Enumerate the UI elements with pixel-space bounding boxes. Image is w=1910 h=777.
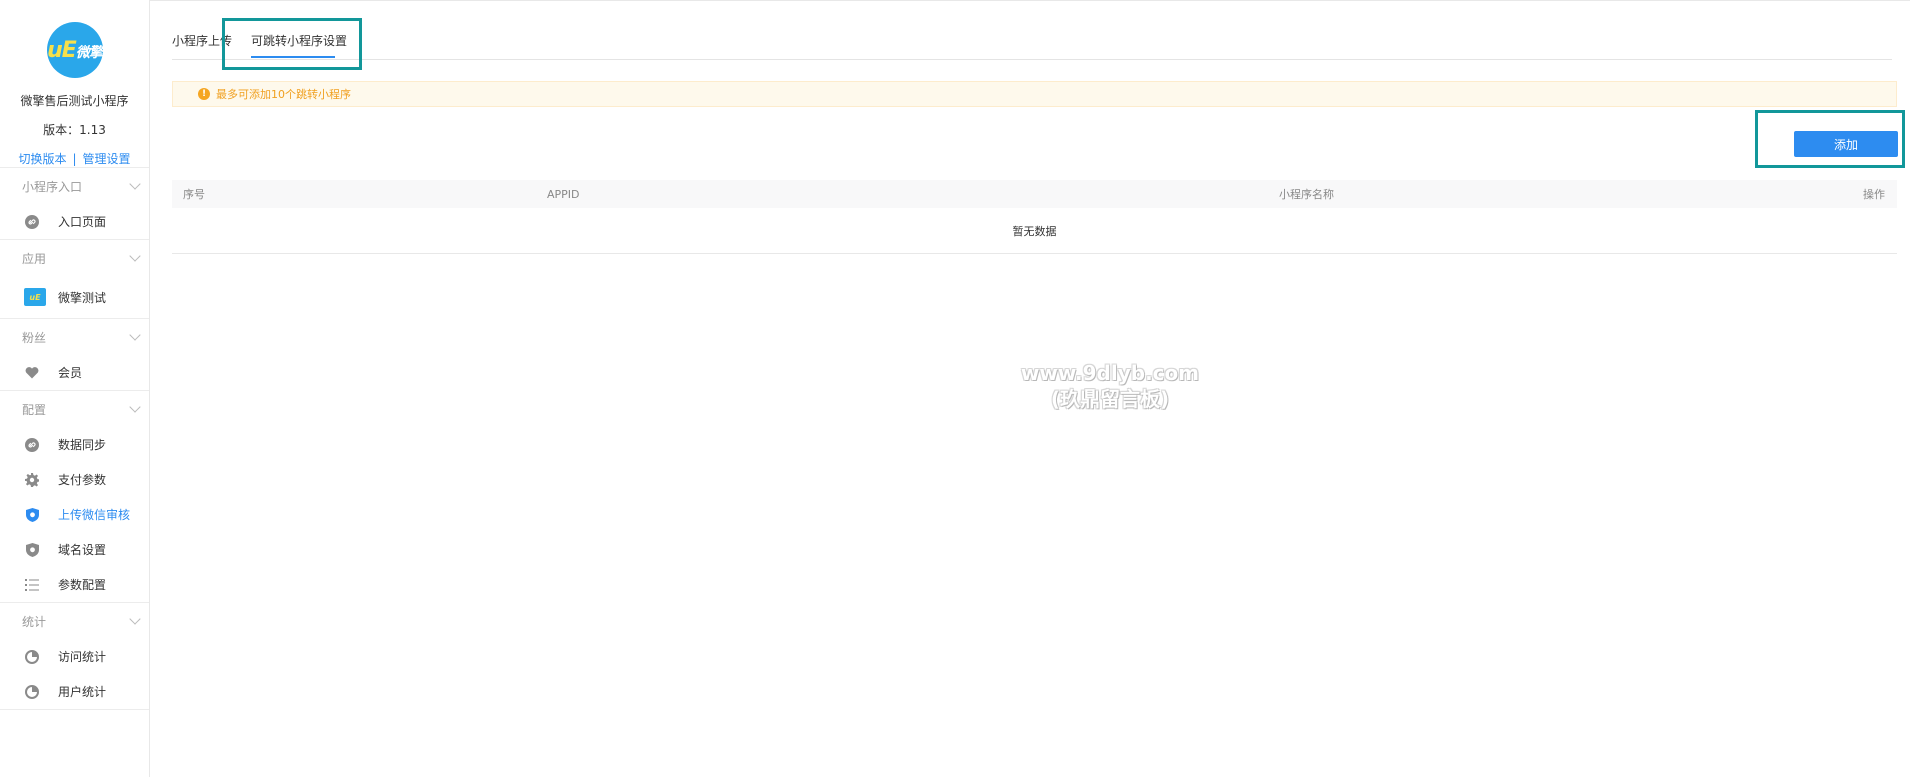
chevron-down-icon [129,400,141,413]
link-icon [24,214,40,230]
app-logo-icon: uE [24,288,46,306]
watermark-url: www.9dlyb.com [1020,361,1200,385]
column-header-action: 操作 [1863,188,1885,201]
account-profile: uE微擎 微擎售后测试小程序 版本：1.13 切换版本 | 管理设置 [0,0,149,168]
menu-group-apps[interactable]: 应用 [0,240,149,276]
gear-icon [24,472,40,488]
logo-text: 微擎 [75,44,103,61]
account-links: 切换版本 | 管理设置 [0,150,149,167]
shield-icon [24,542,40,558]
app-logo: uE微擎 [46,22,103,78]
sidebar-item-param-config[interactable]: 参数配置 [0,567,149,602]
highlight-box-tab [222,18,362,70]
watermark: www.9dlyb.com (玖鼎留言板) [1000,360,1220,412]
pie-chart-icon [24,684,40,700]
sidebar-item-label: 域名设置 [58,543,107,557]
sidebar: uE微擎 微擎售后测试小程序 版本：1.13 切换版本 | 管理设置 小程序入口 入… [0,0,150,777]
link-separator: | [72,152,77,166]
menu-group-entry[interactable]: 小程序入口 [0,168,149,204]
sidebar-item-visit-stats[interactable]: 访问统计 [0,639,149,674]
shield-icon [24,507,40,523]
table-header: 序号 APPID 小程序名称 操作 [172,180,1897,208]
warning-icon: ! [198,88,210,100]
sidebar-item-label: 用户统计 [58,685,107,699]
list-icon [24,577,40,593]
main-content: 小程序上传 可跳转小程序设置 ! 最多可添加10个跳转小程序 添加 序号 APP… [150,0,1910,777]
sidebar-item-label: 参数配置 [58,578,107,592]
menu-group-title: 配置 [22,402,47,417]
empty-state: 暂无数据 [172,208,1897,254]
sidebar-item-label: 会员 [58,366,83,380]
menu-group-title: 统计 [22,614,47,629]
menu-group-title: 粉丝 [22,330,47,345]
chevron-down-icon [129,177,141,190]
sidebar-item-label: 支付参数 [58,473,107,487]
sidebar-item-domain-settings[interactable]: 域名设置 [0,532,149,567]
app-version: 版本：1.13 [43,123,106,137]
menu-group-fans[interactable]: 粉丝 [0,319,149,355]
menu-group-config[interactable]: 配置 [0,391,149,427]
switch-version-link[interactable]: 切换版本 [18,152,66,166]
manage-settings-link[interactable]: 管理设置 [83,152,131,166]
chevron-down-icon [129,249,141,262]
sidebar-item-label: 访问统计 [58,650,107,664]
sidebar-item-upload-review[interactable]: 上传微信审核 [0,497,149,532]
sidebar-item-entry-page[interactable]: 入口页面 [0,204,149,239]
heart-icon [24,365,40,381]
add-button[interactable]: 添加 [1794,131,1898,157]
tab-bar: 小程序上传 可跳转小程序设置 [172,24,1892,60]
sidebar-item-data-sync[interactable]: 数据同步 [0,427,149,462]
column-header-index: 序号 [183,188,205,201]
pie-chart-icon [24,649,40,665]
sidebar-item-label: 数据同步 [58,438,107,452]
sidebar-item-label: 入口页面 [58,215,107,229]
notice-bar: ! 最多可添加10个跳转小程序 [172,81,1897,107]
chevron-down-icon [129,612,141,625]
sidebar-item-label: 上传微信审核 [58,508,131,522]
chevron-down-icon [129,328,141,341]
app-name: 微擎售后测试小程序 [20,94,129,108]
jump-apps-table: 序号 APPID 小程序名称 操作 暂无数据 [172,180,1897,254]
sidebar-item-user-stats[interactable]: 用户统计 [0,674,149,709]
menu-group-stats[interactable]: 统计 [0,603,149,639]
column-header-name: 小程序名称 [1279,188,1334,201]
sidebar-item-payment-params[interactable]: 支付参数 [0,462,149,497]
sidebar-item-members[interactable]: 会员 [0,355,149,390]
menu-group-title: 应用 [22,251,47,266]
link-icon [24,437,40,453]
watermark-site-name: (玖鼎留言板) [1050,387,1170,411]
sidebar-item-label: 微擎测试 [58,290,107,305]
menu-group-title: 小程序入口 [22,179,83,194]
sidebar-item-weiqing-test[interactable]: uE 微擎测试 [0,276,149,318]
notice-text: 最多可添加10个跳转小程序 [216,88,351,101]
column-header-appid: APPID [547,187,580,201]
